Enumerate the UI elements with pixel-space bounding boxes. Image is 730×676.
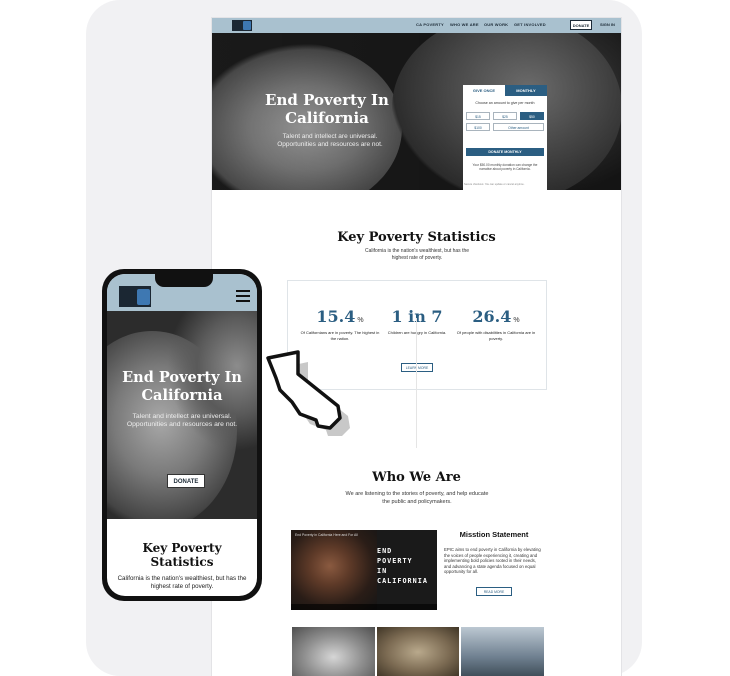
- who-title: Who We Are: [372, 470, 461, 485]
- stat-item: 15.4% Of Californians are in poverty. Th…: [300, 307, 380, 341]
- phone-frame: End Poverty In California Talent and int…: [102, 269, 262, 601]
- divider-line: [416, 318, 417, 448]
- nav-sign-in[interactable]: SIGN IN: [600, 22, 615, 27]
- mobile-hero-title: End Poverty In California: [122, 369, 242, 404]
- stat-unit: %: [357, 317, 364, 324]
- stat-label: Of people with disabilities in Californi…: [456, 330, 536, 341]
- donation-prompt: Choose an amount to give per month: [475, 101, 535, 105]
- nav-donate-button[interactable]: DONATE: [570, 20, 592, 30]
- who-tagline: We are listening to the stories of pover…: [345, 491, 489, 505]
- mobile-page: End Poverty In California Talent and int…: [107, 274, 257, 596]
- video-controls[interactable]: [291, 604, 437, 610]
- stat-item: 26.4% Of people with disabilities in Cal…: [456, 307, 536, 341]
- phone-notch: [155, 274, 213, 287]
- photo-strip: [292, 627, 545, 676]
- tab-monthly[interactable]: MONTHLY: [505, 85, 547, 96]
- california-outline-icon: [266, 350, 350, 436]
- donate-monthly-button[interactable]: DONATE MONTHLY: [466, 148, 544, 156]
- california-logo-icon: [137, 289, 150, 305]
- video-title: End Poverty in California Here and For A…: [295, 533, 358, 537]
- stats-title: Key Poverty Statistics: [337, 230, 496, 245]
- donation-form: GIVE ONCE MONTHLY Choose an amount to gi…: [463, 85, 547, 190]
- stats-tagline: California is the nation's wealthiest, b…: [364, 248, 470, 261]
- photo-worker: [376, 627, 460, 676]
- video-word: CALIFORNIA: [377, 577, 428, 585]
- mission-block: Misstion Statement EPIC aims to end pove…: [444, 530, 544, 596]
- desktop-hero: End Poverty In California Talent and int…: [212, 33, 621, 190]
- stat-value: 15.4: [316, 307, 356, 326]
- mobile-logo[interactable]: [119, 286, 151, 307]
- mission-title: Misstion Statement: [459, 530, 529, 539]
- mobile-stats-title: Key Poverty Statistics: [142, 541, 222, 569]
- mission-text: EPIC aims to end poverty in California b…: [444, 547, 541, 575]
- photo-elderly-woman: [292, 627, 375, 676]
- mobile-donate-button[interactable]: DONATE: [167, 474, 205, 488]
- amount-option[interactable]: $15: [466, 112, 490, 120]
- nav-get-involved[interactable]: GET INVOLVED: [514, 22, 546, 27]
- hero-subtitle: Talent and intellect are universal. Oppo…: [277, 133, 383, 148]
- stat-value: 26.4: [472, 307, 512, 326]
- video-word: POVERTY: [377, 557, 413, 565]
- learn-more-button[interactable]: LEARN MORE: [401, 363, 433, 372]
- hamburger-menu-icon[interactable]: [236, 290, 250, 302]
- nav-who-we-are[interactable]: WHO WE ARE: [450, 22, 479, 27]
- mobile-hero: End Poverty In California Talent and int…: [107, 311, 257, 519]
- read-more-button[interactable]: READ MORE: [476, 586, 512, 596]
- amount-option[interactable]: $100: [466, 123, 490, 131]
- desktop-nav: CA POVERTY WHO WE ARE OUR WORK GET INVOL…: [212, 18, 621, 33]
- mobile-hero-subtitle: Talent and intellect are universal. Oppo…: [126, 413, 238, 428]
- video-word: IN: [377, 567, 388, 575]
- hero-title: End Poverty In California: [265, 91, 389, 127]
- stat-label: Children are hungry in California.: [387, 330, 447, 335]
- california-logo-icon: [243, 21, 251, 30]
- desktop-page: CA POVERTY WHO WE ARE OUR WORK GET INVOL…: [212, 18, 621, 676]
- amount-option-selected[interactable]: $50: [520, 112, 544, 120]
- donation-note: Your $50.00 monthly donation can change …: [472, 163, 538, 171]
- video-word: END: [377, 547, 393, 555]
- photo-buildings: [461, 627, 545, 676]
- video-overlay-text: END POVERTY IN CALIFORNIA: [377, 546, 437, 586]
- stat-unit: %: [513, 317, 520, 324]
- mobile-stats-tagline: California is the nation's wealthiest, b…: [117, 575, 247, 590]
- amount-option[interactable]: $25: [493, 112, 517, 120]
- video-player[interactable]: End Poverty in California Here and For A…: [291, 530, 437, 610]
- nav-our-work[interactable]: OUR WORK: [484, 22, 508, 27]
- stat-item: 1 in 7 Children are hungry in California…: [377, 307, 457, 336]
- nav-ca-poverty[interactable]: CA POVERTY: [416, 22, 444, 27]
- stat-value: 1 in 7: [391, 307, 443, 326]
- stat-label: Of Californians are in poverty. The high…: [300, 330, 380, 341]
- logo[interactable]: [232, 20, 252, 31]
- video-thumbnail: [291, 530, 377, 610]
- other-amount-input[interactable]: Other amount: [493, 123, 544, 131]
- donation-fine-print: Secure checkout. You can update or cance…: [464, 183, 525, 186]
- tab-give-once[interactable]: GIVE ONCE: [463, 85, 505, 96]
